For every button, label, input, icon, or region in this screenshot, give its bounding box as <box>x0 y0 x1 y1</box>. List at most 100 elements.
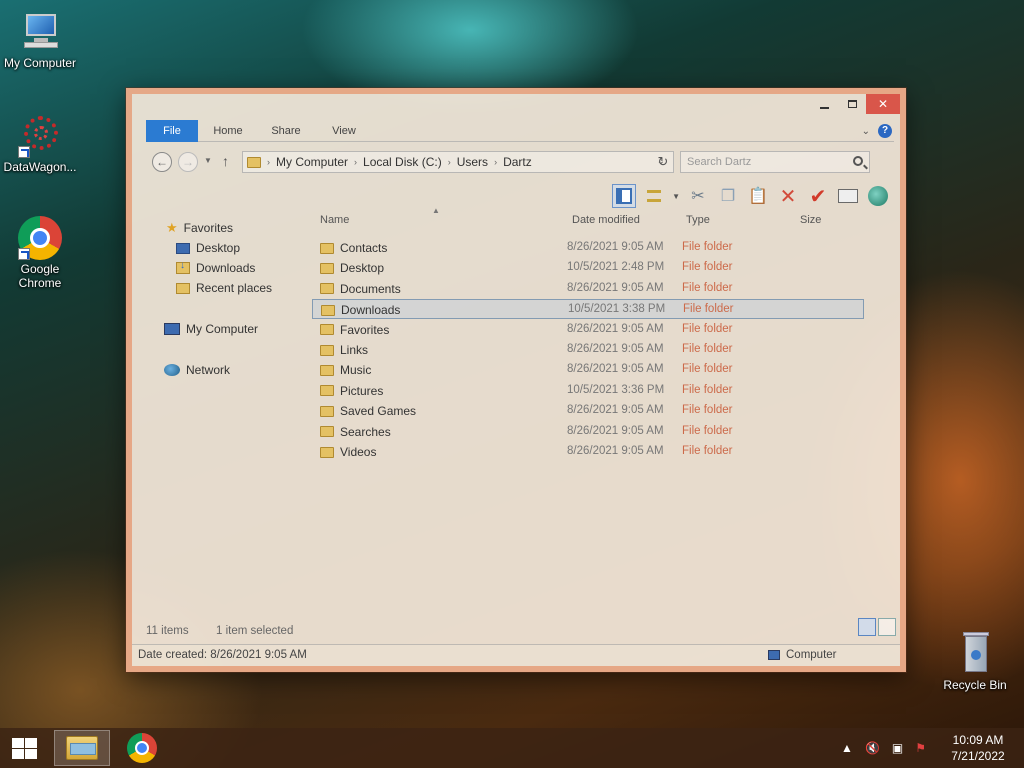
nav-desktop[interactable]: Desktop <box>176 241 240 255</box>
folder-icon <box>247 156 261 168</box>
back-button[interactable]: ← <box>152 152 172 172</box>
chevron-right-icon[interactable]: › <box>354 157 357 167</box>
paste-button[interactable]: 📋 <box>746 184 770 208</box>
row-name: Desktop <box>320 261 384 275</box>
network-status-icon[interactable]: ▣ <box>892 741 903 755</box>
folder-icon <box>320 283 334 295</box>
folder-icon <box>320 344 334 356</box>
search-input[interactable] <box>687 156 847 168</box>
title-bar[interactable]: ✕ <box>132 94 900 118</box>
clock-date: 7/21/2022 <box>951 749 1005 763</box>
file-name: Downloads <box>341 303 401 318</box>
desktop-icon-recycle-bin[interactable]: Recycle Bin <box>935 632 1015 692</box>
table-row[interactable]: Links 8/26/2021 9:05 AM File folder <box>312 340 864 360</box>
view-switcher <box>858 618 896 636</box>
maximize-button[interactable] <box>838 94 866 114</box>
nav-label: Recent places <box>196 281 273 295</box>
nav-downloads[interactable]: Downloads <box>176 260 255 275</box>
help-icon[interactable]: ? <box>878 124 892 138</box>
star-icon: ★ <box>166 220 178 235</box>
taskbar-file-explorer[interactable] <box>54 730 110 766</box>
cut-button[interactable]: ✂ <box>686 184 710 208</box>
properties-button[interactable] <box>836 184 860 208</box>
date-created-text: Date created: 8/26/2021 9:05 AM <box>138 649 307 661</box>
tab-file[interactable]: File <box>146 120 198 142</box>
up-button[interactable]: ↑ <box>222 153 229 169</box>
row-name: Searches <box>320 425 391 439</box>
file-date: 8/26/2021 9:05 AM <box>567 404 664 417</box>
chevron-right-icon[interactable]: › <box>494 157 497 167</box>
breadcrumb-local-disk[interactable]: Local Disk (C:) <box>363 155 442 169</box>
recent-locations-dropdown-icon[interactable]: ▼ <box>204 156 212 165</box>
large-icons-view-button[interactable] <box>878 618 896 636</box>
breadcrumb-dartz[interactable]: Dartz <box>503 155 532 169</box>
speaker-muted-icon[interactable]: 🔇 <box>865 741 880 755</box>
desktop-icon <box>176 242 190 254</box>
select-button[interactable]: ✔ <box>806 184 830 208</box>
desktop-icon-google-chrome[interactable]: Google Chrome <box>0 216 80 290</box>
file-name: Saved Games <box>340 404 417 419</box>
address-bar[interactable]: › My Computer › Local Disk (C:) › Users … <box>242 151 674 173</box>
table-row[interactable]: Contacts 8/26/2021 9:05 AM File folder <box>312 238 864 258</box>
table-row[interactable]: Documents 8/26/2021 9:05 AM File folder <box>312 279 864 299</box>
sort-ascending-icon: ▲ <box>432 206 440 215</box>
show-hidden-icons-icon[interactable]: ▲ <box>841 741 853 755</box>
column-date-modified[interactable]: Date modified <box>572 214 640 226</box>
details-view-button[interactable] <box>858 618 876 636</box>
breadcrumb-my-computer[interactable]: My Computer <box>276 155 348 169</box>
nav-network[interactable]: Network <box>164 363 230 377</box>
tab-share[interactable]: Share <box>260 120 312 142</box>
network-button[interactable] <box>866 184 890 208</box>
file-date: 10/5/2021 2:48 PM <box>567 261 665 274</box>
organize-dropdown-icon[interactable]: ▼ <box>672 192 680 201</box>
copy-button[interactable]: ❐ <box>716 184 740 208</box>
action-center-alert-icon[interactable]: ⚑ <box>915 741 926 755</box>
close-button[interactable]: ✕ <box>866 94 900 114</box>
clock-time: 10:09 AM <box>952 733 1004 747</box>
column-size[interactable]: Size <box>800 214 821 226</box>
breadcrumb-users[interactable]: Users <box>457 155 488 169</box>
nav-favorites[interactable]: ★ Favorites <box>166 220 233 236</box>
folder-icon <box>320 385 334 397</box>
taskbar-chrome[interactable] <box>114 730 170 766</box>
nav-recent-places[interactable]: Recent places <box>176 281 272 295</box>
chevron-right-icon[interactable]: › <box>267 157 270 167</box>
table-row[interactable]: Favorites 8/26/2021 9:05 AM File folder <box>312 320 864 340</box>
clock[interactable]: 10:09 AM 7/21/2022 <box>938 732 1018 764</box>
table-row[interactable]: Videos 8/26/2021 9:05 AM File folder <box>312 442 864 462</box>
expand-ribbon-icon[interactable]: ⌄ <box>862 126 870 137</box>
refresh-button[interactable]: ↻ <box>652 151 674 173</box>
file-name: Music <box>340 363 372 378</box>
column-name[interactable]: Name <box>320 214 349 226</box>
folder-icon <box>320 426 334 438</box>
system-tray: ▲ 🔇 ▣ ⚑ 10:09 AM 7/21/2022 <box>841 728 1024 768</box>
computer-icon <box>18 10 62 54</box>
start-button[interactable] <box>10 737 38 759</box>
explorer-window: ✕ File Home Share View ⌄ ? ← → ▼ ↑ › My … <box>126 88 906 672</box>
row-name: Videos <box>320 445 376 459</box>
tab-view[interactable]: View <box>318 120 370 142</box>
nav-my-computer[interactable]: My Computer <box>164 322 258 336</box>
table-row[interactable]: Downloads 10/5/2021 3:38 PM File folder <box>312 299 864 320</box>
table-row[interactable]: Pictures 10/5/2021 3:36 PM File folder <box>312 381 864 401</box>
table-row[interactable]: Music 8/26/2021 9:05 AM File folder <box>312 360 864 380</box>
file-type: File folder <box>682 281 733 294</box>
desktop-icon-datawagon[interactable]: DataWagon... <box>0 114 80 174</box>
table-row[interactable]: Saved Games 8/26/2021 9:05 AM File folder <box>312 401 864 421</box>
column-type[interactable]: Type <box>686 214 710 226</box>
quick-toolbar: ▼ ✂ ❐ 📋 ✕ ✔ <box>612 182 890 210</box>
recent-places-icon <box>176 282 190 294</box>
desktop-icon-my-computer[interactable]: My Computer <box>0 10 80 70</box>
delete-button[interactable]: ✕ <box>776 184 800 208</box>
selection-count: 1 item selected <box>216 625 294 637</box>
tab-home[interactable]: Home <box>202 120 254 142</box>
minimize-button[interactable] <box>810 94 838 114</box>
organize-button[interactable] <box>642 184 666 208</box>
table-row[interactable]: Desktop 10/5/2021 2:48 PM File folder <box>312 258 864 278</box>
search-box[interactable] <box>680 151 870 173</box>
forward-button[interactable]: → <box>178 152 198 172</box>
preview-pane-button[interactable] <box>612 184 637 208</box>
table-row[interactable]: Searches 8/26/2021 9:05 AM File folder <box>312 422 864 442</box>
chevron-right-icon[interactable]: › <box>448 157 451 167</box>
item-count: 11 items <box>146 625 189 637</box>
